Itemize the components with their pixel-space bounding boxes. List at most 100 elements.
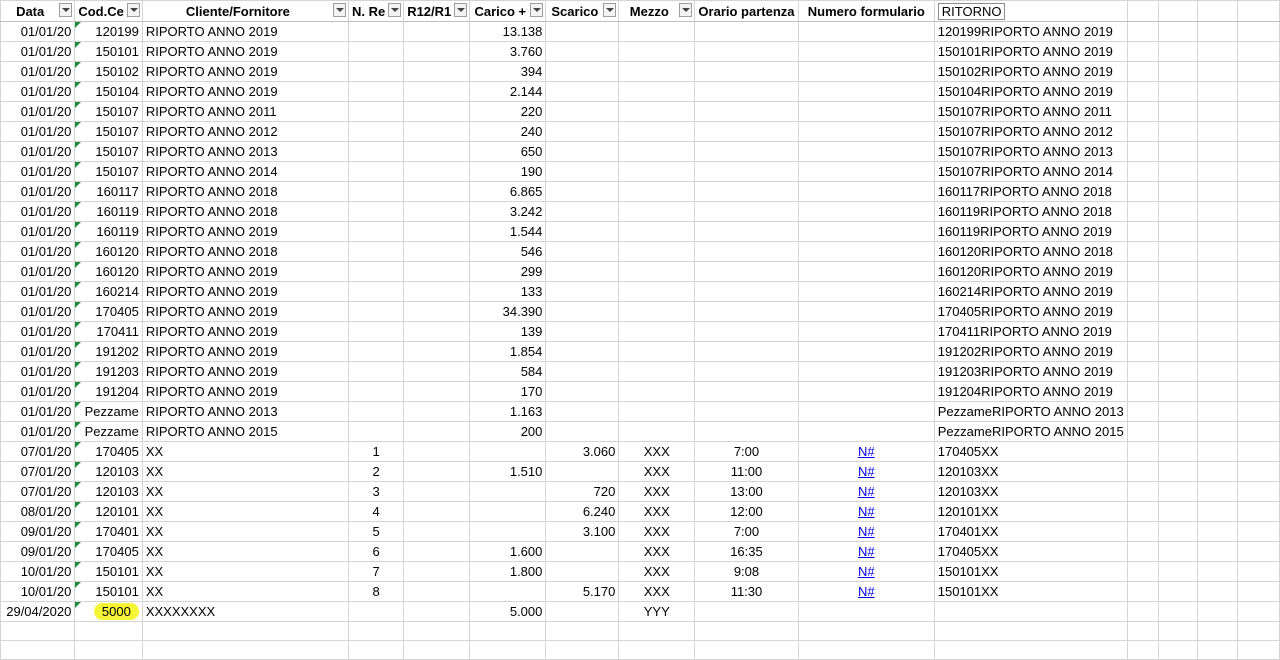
cell-ritorno[interactable]: 191204RIPORTO ANNO 2019 — [933, 381, 1128, 402]
cell-mezzo[interactable] — [618, 341, 696, 362]
cell-empty[interactable] — [1157, 341, 1199, 362]
cell-scarico[interactable] — [545, 321, 620, 342]
cell-nreg[interactable] — [347, 181, 405, 202]
cell-mezzo[interactable] — [618, 101, 696, 122]
cell-empty[interactable] — [618, 640, 696, 660]
cell-empty[interactable] — [1126, 41, 1159, 62]
cell-ritorno[interactable]: 160120RIPORTO ANNO 2018 — [933, 241, 1128, 262]
cell-empty[interactable] — [1197, 501, 1238, 522]
cell-nreg[interactable] — [347, 261, 405, 282]
cell-data[interactable]: 01/01/20 — [0, 241, 76, 262]
cell-nreg[interactable]: 7 — [347, 561, 405, 582]
cell-carico[interactable]: 139 — [469, 321, 547, 342]
cell-empty[interactable] — [1236, 521, 1280, 542]
cell-cod[interactable]: 160119 — [74, 201, 143, 222]
cell-formulario[interactable] — [797, 401, 935, 422]
cell-formulario[interactable] — [797, 361, 935, 382]
cell-formulario[interactable]: N# — [797, 481, 935, 502]
cell-empty[interactable] — [1157, 41, 1199, 62]
cell-ritorno[interactable]: 120103XX — [933, 461, 1128, 482]
cell-empty[interactable] — [1126, 61, 1159, 82]
cell-empty[interactable] — [1157, 601, 1199, 622]
cell-scarico[interactable] — [545, 281, 620, 302]
cell-cod[interactable]: 170405 — [74, 541, 143, 562]
formulario-link[interactable]: N# — [858, 504, 875, 519]
cell-ritorno[interactable]: 160119RIPORTO ANNO 2019 — [933, 221, 1128, 242]
cell-orario[interactable] — [694, 141, 799, 162]
cell-ritorno[interactable]: 150107RIPORTO ANNO 2014 — [933, 161, 1128, 182]
cell-empty[interactable] — [1197, 161, 1238, 182]
cell-formulario[interactable] — [797, 301, 935, 322]
cell-cod[interactable]: 120101 — [74, 501, 143, 522]
cell-mezzo[interactable]: XXX — [618, 541, 696, 562]
cell-cod[interactable]: 170411 — [74, 321, 143, 342]
cell-data[interactable]: 01/01/20 — [0, 261, 76, 282]
cell-nreg[interactable] — [347, 61, 405, 82]
cell-empty[interactable] — [1197, 181, 1238, 202]
cell-cliente[interactable]: RIPORTO ANNO 2012 — [141, 121, 349, 142]
cell-ritorno[interactable]: 170405XX — [933, 541, 1128, 562]
cell-data[interactable]: 01/01/20 — [0, 341, 76, 362]
cell-r12[interactable] — [403, 41, 471, 62]
cell-mezzo[interactable]: XXX — [618, 561, 696, 582]
cell-empty[interactable] — [1197, 521, 1238, 542]
cell-ritorno[interactable]: 150101XX — [933, 581, 1128, 602]
cell-formulario[interactable] — [797, 161, 935, 182]
cell-empty[interactable] — [1157, 221, 1199, 242]
cell-nreg[interactable] — [347, 241, 405, 262]
cell-empty[interactable] — [347, 621, 405, 641]
cell-orario[interactable]: 11:30 — [694, 581, 799, 602]
cell-scarico[interactable] — [545, 181, 620, 202]
cell-orario[interactable] — [694, 261, 799, 282]
cell-empty[interactable] — [545, 621, 620, 641]
cell-cliente[interactable]: RIPORTO ANNO 2019 — [141, 381, 349, 402]
cell-cod[interactable]: 170405 — [74, 441, 143, 462]
cell-empty[interactable] — [1157, 201, 1199, 222]
cell-r12[interactable] — [403, 401, 471, 422]
cell-mezzo[interactable] — [618, 361, 696, 382]
filter-dropdown-icon[interactable] — [332, 3, 346, 17]
cell-empty[interactable] — [403, 640, 471, 660]
cell-carico[interactable] — [469, 581, 547, 602]
column-header[interactable]: Carico + — [469, 0, 547, 22]
cell-empty[interactable] — [1157, 521, 1199, 542]
cell-data[interactable]: 10/01/20 — [0, 561, 76, 582]
cell-cliente[interactable]: RIPORTO ANNO 2019 — [141, 281, 349, 302]
cell-empty[interactable] — [1157, 321, 1199, 342]
cell-orario[interactable] — [694, 161, 799, 182]
cell-empty[interactable] — [1126, 381, 1159, 402]
cell-mezzo[interactable] — [618, 261, 696, 282]
cell-empty[interactable] — [1236, 21, 1280, 42]
cell-empty[interactable] — [1197, 221, 1238, 242]
cell-empty[interactable] — [694, 621, 799, 641]
cell-nreg[interactable] — [347, 341, 405, 362]
cell-data[interactable]: 07/01/20 — [0, 481, 76, 502]
cell-cod[interactable]: 150107 — [74, 101, 143, 122]
cell-scarico[interactable] — [545, 461, 620, 482]
cell-empty[interactable] — [1236, 181, 1280, 202]
cell-cliente[interactable]: RIPORTO ANNO 2018 — [141, 201, 349, 222]
cell-empty[interactable] — [1157, 501, 1199, 522]
cell-data[interactable]: 01/01/20 — [0, 321, 76, 342]
cell-data[interactable]: 01/01/20 — [0, 281, 76, 302]
cell-empty[interactable] — [1197, 301, 1238, 322]
cell-empty[interactable] — [1236, 581, 1280, 602]
cell-empty[interactable] — [1126, 121, 1159, 142]
cell-carico[interactable]: 650 — [469, 141, 547, 162]
cell-cliente[interactable]: XX — [141, 501, 349, 522]
cell-formulario[interactable]: N# — [797, 461, 935, 482]
column-header[interactable]: R12/R1 — [403, 0, 471, 22]
cell-mezzo[interactable] — [618, 141, 696, 162]
cell-nreg[interactable] — [347, 321, 405, 342]
cell-cliente[interactable]: RIPORTO ANNO 2019 — [141, 81, 349, 102]
cell-empty[interactable] — [1236, 141, 1280, 162]
cell-data[interactable]: 01/01/20 — [0, 101, 76, 122]
cell-carico[interactable]: 34.390 — [469, 301, 547, 322]
cell-cod[interactable]: 150102 — [74, 61, 143, 82]
cell-cliente[interactable]: XX — [141, 561, 349, 582]
cell-formulario[interactable] — [797, 141, 935, 162]
cell-empty[interactable] — [74, 640, 143, 660]
cell-ritorno[interactable]: 170411RIPORTO ANNO 2019 — [933, 321, 1128, 342]
cell-r12[interactable] — [403, 421, 471, 442]
cell-mezzo[interactable]: YYY — [618, 601, 696, 622]
